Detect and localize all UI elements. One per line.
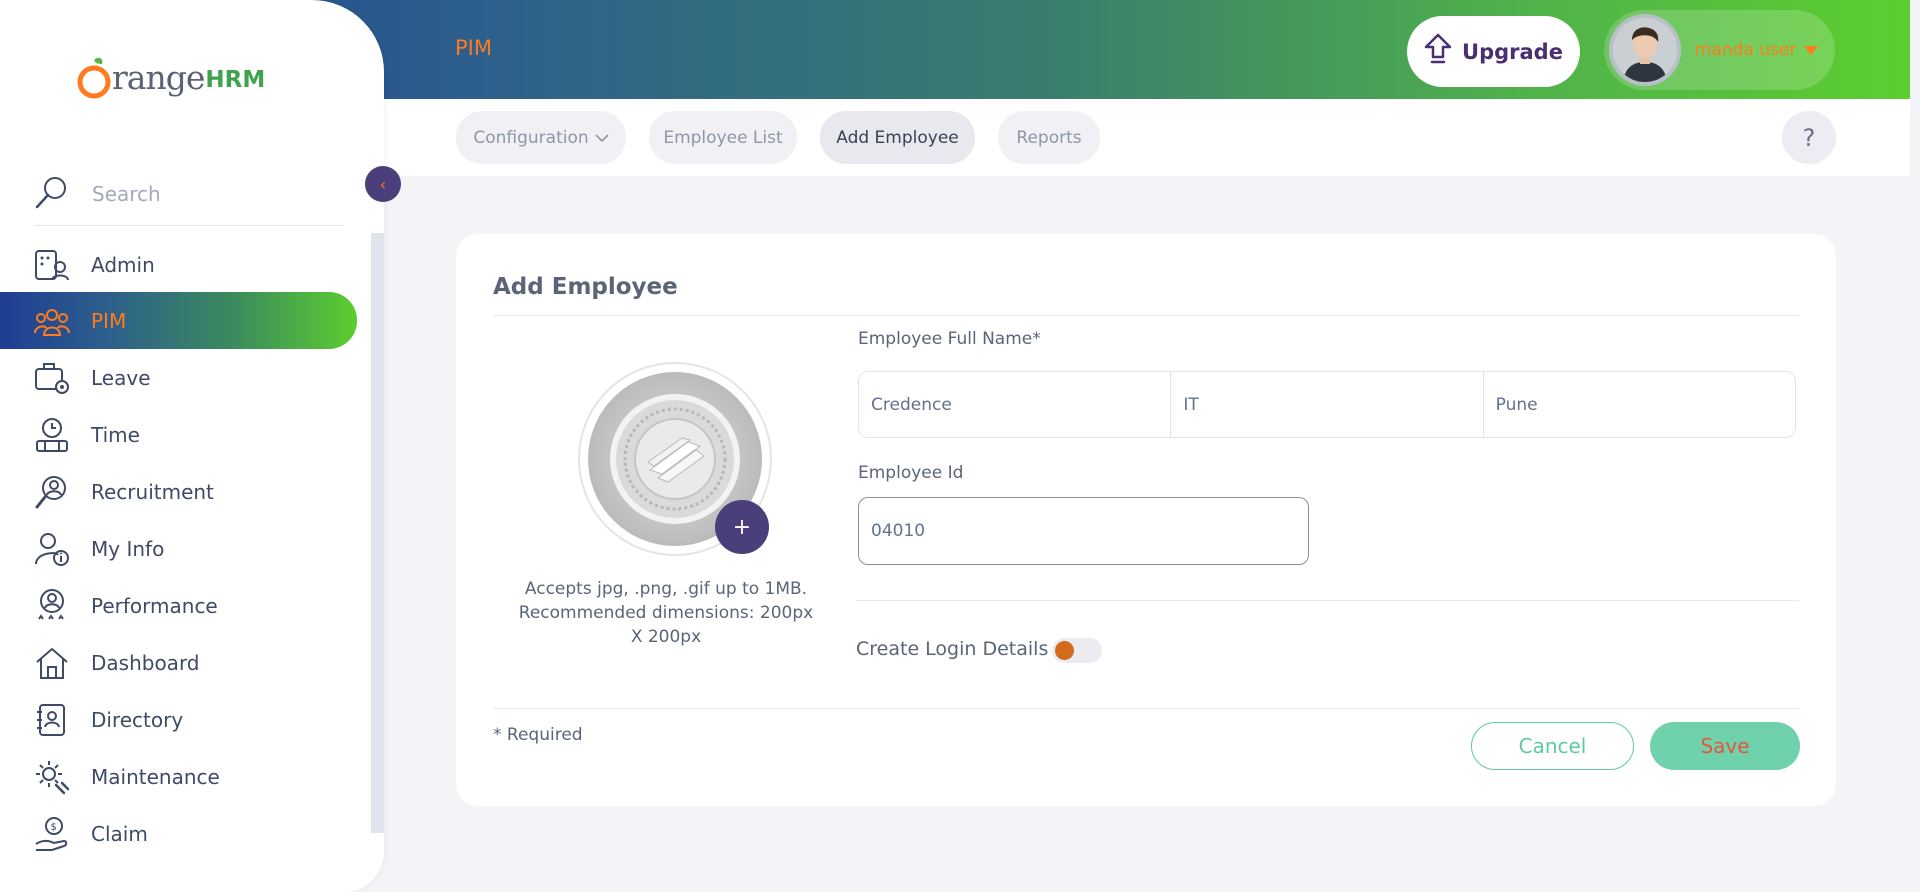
tab-configuration[interactable]: Configuration (456, 111, 626, 164)
user-menu[interactable]: manda user (1604, 10, 1835, 90)
user-name: manda user (1695, 40, 1797, 60)
chevron-down-icon (1804, 45, 1819, 55)
divider (493, 315, 1799, 316)
add-photo-button[interactable]: + (715, 500, 769, 554)
sidebar-item-claim[interactable]: $ Claim (0, 805, 357, 862)
photo-hint: Accepts jpg, .png, .gif up to 1MB. Recom… (518, 579, 814, 647)
claim-icon: $ (34, 816, 70, 852)
tab-employee-list[interactable]: Employee List (649, 111, 797, 164)
directory-icon (34, 702, 70, 738)
tab-reports[interactable]: Reports (998, 111, 1100, 164)
sidebar-item-label: Recruitment (91, 479, 214, 504)
full-name-label: Employee Full Name* (858, 329, 1041, 349)
upgrade-arrow-icon (1424, 33, 1452, 71)
dashboard-icon (34, 645, 70, 681)
sidebar-scrollbar[interactable] (371, 233, 384, 833)
chevron-down-icon (595, 128, 609, 148)
tab-reports-label: Reports (1016, 127, 1082, 148)
avatar (1609, 14, 1681, 86)
logo-hrm: HRM (205, 67, 266, 93)
search-icon (34, 174, 70, 214)
add-employee-card: Add Employee + Accepts jpg, .png, .gif u… (456, 234, 1836, 806)
sidebar: range HRM Search Admin PIM Leave Time Re… (0, 0, 384, 892)
middle-name-input[interactable] (1171, 372, 1484, 437)
performance-icon (34, 588, 70, 624)
create-login-toggle[interactable] (1052, 638, 1102, 663)
save-button[interactable]: Save (1650, 722, 1800, 770)
sidebar-item-label: Leave (91, 365, 151, 390)
sidebar-search[interactable]: Search (34, 162, 344, 226)
admin-icon (34, 247, 70, 283)
upgrade-label: Upgrade (1462, 39, 1563, 64)
divider (493, 708, 1799, 709)
sidebar-item-performance[interactable]: Performance (0, 577, 357, 634)
sidebar-item-pim[interactable]: PIM (0, 292, 357, 349)
sidebar-item-label: Maintenance (91, 764, 220, 789)
full-name-group (858, 371, 1796, 438)
sidebar-item-admin[interactable]: Admin (0, 236, 357, 293)
sub-navigation: Configuration Employee List Add Employee… (384, 99, 1910, 176)
tab-add-employee-label: Add Employee (836, 127, 959, 148)
help-button[interactable]: ? (1782, 111, 1836, 164)
sidebar-item-directory[interactable]: Directory (0, 691, 357, 748)
leave-icon (34, 360, 70, 396)
employee-id-label: Employee Id (858, 463, 964, 483)
first-name-input[interactable] (859, 372, 1172, 437)
help-icon: ? (1802, 123, 1816, 152)
time-icon (34, 417, 70, 453)
sidebar-collapse-button[interactable]: ‹ (365, 166, 401, 202)
my-info-icon (34, 531, 70, 567)
sidebar-item-label: Admin (91, 252, 155, 277)
maintenance-icon (34, 759, 70, 795)
tab-configuration-label: Configuration (473, 127, 589, 148)
sidebar-item-label: Time (91, 422, 140, 447)
upgrade-button[interactable]: Upgrade (1407, 16, 1580, 87)
employee-id-input[interactable] (858, 497, 1309, 565)
sidebar-item-label: Directory (91, 707, 184, 732)
sidebar-item-label: PIM (91, 308, 127, 333)
svg-text:$: $ (51, 822, 57, 833)
logo-word: range (112, 57, 205, 97)
chevron-left-icon: ‹ (379, 174, 387, 194)
sidebar-item-leave[interactable]: Leave (0, 349, 357, 406)
recruitment-icon (34, 474, 70, 510)
sidebar-item-recruitment[interactable]: Recruitment (0, 463, 357, 520)
tab-employee-list-label: Employee List (663, 127, 783, 148)
pim-icon (34, 303, 70, 339)
last-name-input[interactable] (1483, 372, 1795, 437)
sidebar-item-dashboard[interactable]: Dashboard (0, 634, 357, 691)
form-title: Add Employee (493, 274, 678, 300)
orange-logo-icon (76, 56, 112, 104)
search-input[interactable]: Search (92, 182, 161, 206)
divider (856, 600, 1799, 601)
page-title: PIM (455, 36, 492, 60)
sidebar-item-label: My Info (91, 536, 165, 561)
sidebar-item-maintenance[interactable]: Maintenance (0, 748, 357, 805)
tab-add-employee[interactable]: Add Employee (820, 111, 975, 164)
sidebar-item-label: Dashboard (91, 650, 200, 675)
cancel-button[interactable]: Cancel (1471, 722, 1634, 770)
required-note: * Required (493, 725, 583, 745)
toggle-knob (1055, 641, 1074, 660)
sidebar-item-label: Claim (91, 821, 148, 846)
sidebar-item-label: Performance (91, 593, 218, 618)
orangehrm-logo: range HRM (76, 50, 265, 104)
create-login-label: Create Login Details (856, 638, 1049, 660)
sidebar-item-time[interactable]: Time (0, 406, 357, 463)
plus-icon: + (732, 514, 752, 540)
sidebar-item-my-info[interactable]: My Info (0, 520, 357, 577)
